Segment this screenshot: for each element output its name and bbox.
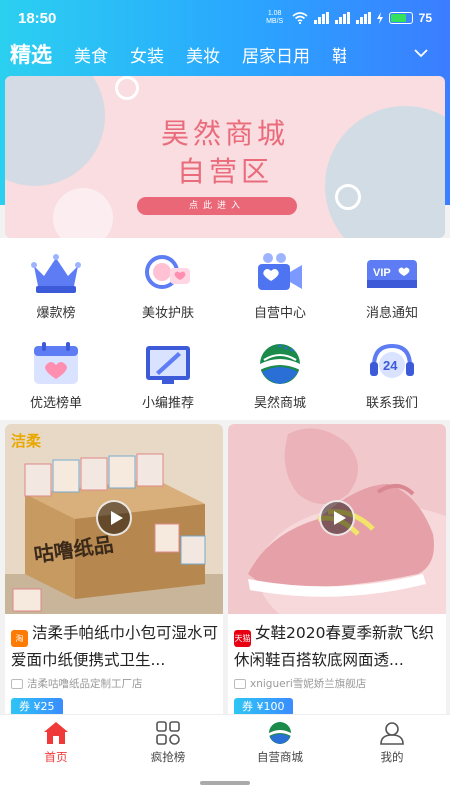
promo-banner[interactable]: 昊然商城 自营区 点此进入: [5, 76, 445, 238]
shop-name[interactable]: xnigueri雪妮娇兰旗舰店: [234, 676, 442, 691]
shop-name-text: xnigueri雪妮娇兰旗舰店: [250, 678, 367, 690]
shortcut-haoran-mall[interactable]: 昊然商城: [224, 340, 336, 411]
product-feed: 洁柔 咕噜纸品 淘洁柔手帕纸巾小包可湿水可爱面巾纸便携式卫生... 洁柔咕噜纸品…: [0, 420, 450, 724]
painting-icon: [146, 346, 190, 384]
tmall-badge-icon: 天猫: [234, 630, 251, 647]
globe-logo-icon: [269, 722, 291, 744]
shop-name-text: 洁柔咕噜纸品定制工厂店: [27, 678, 143, 690]
product-card[interactable]: 洁柔 咕噜纸品 淘洁柔手帕纸巾小包可湿水可爱面巾纸便携式卫生... 洁柔咕噜纸品…: [5, 424, 223, 724]
grid-icon: [156, 721, 180, 745]
shortcut-contact-us[interactable]: 24 联系我们: [336, 340, 448, 411]
tab-makeup[interactable]: 美妆: [186, 42, 220, 67]
shortcut-grid: 爆款榜 美妆护肤 自营中心 VIP 消息通知 优选榜单 小编推荐 昊然商城 24…: [0, 238, 450, 420]
network-speed-unit: MB/S: [266, 18, 284, 25]
signal-1-icon: [313, 12, 329, 24]
wifi-icon: [292, 12, 308, 24]
shortcut-label: 消息通知: [365, 306, 418, 321]
banner-enter-button[interactable]: 点此进入: [137, 197, 297, 215]
play-button[interactable]: [319, 500, 355, 536]
product-title[interactable]: 淘洁柔手帕纸巾小包可湿水可爱面巾纸便携式卫生...: [11, 620, 219, 672]
nav-profile[interactable]: 我的: [336, 721, 448, 765]
product-title-text: 女鞋2020春夏季新款飞织休闲鞋百搭软底网面透...: [234, 624, 434, 669]
taobao-badge-icon: 淘: [11, 630, 28, 647]
play-button[interactable]: [96, 500, 132, 536]
shortcut-label: 爆款榜: [36, 306, 76, 321]
shortcut-label: 小编推荐: [141, 396, 194, 411]
svg-text:VIP: VIP: [373, 267, 391, 279]
svg-text:24: 24: [383, 358, 398, 373]
shortcut-hot-list[interactable]: 爆款榜: [0, 250, 112, 321]
tab-shoes[interactable]: 鞋: [332, 42, 346, 67]
banner-title-line1: 昊然商城: [160, 117, 289, 150]
nav-label: 疯抢榜: [150, 750, 186, 764]
shortcut-label: 美妆护肤: [141, 306, 194, 321]
product-image[interactable]: [228, 424, 446, 614]
globe-logo-icon: [260, 344, 300, 384]
tab-food[interactable]: 美食: [74, 42, 108, 67]
network-speed-value: 1.08: [267, 10, 282, 17]
chevron-down-icon[interactable]: [414, 46, 428, 60]
product-image[interactable]: 洁柔 咕噜纸品: [5, 424, 223, 614]
shortcut-label: 自营中心: [253, 306, 306, 321]
product-title[interactable]: 天猫 女鞋2020春夏季新款飞织休闲鞋百搭软底网面透...: [234, 620, 442, 672]
product-card[interactable]: 天猫 女鞋2020春夏季新款飞织休闲鞋百搭软底网面透... xnigueri雪妮娇…: [228, 424, 446, 724]
shop-icon: [11, 678, 23, 689]
shortcut-label: 联系我们: [365, 396, 418, 411]
nav-self-mall[interactable]: 自营商城: [224, 721, 336, 765]
tab-featured[interactable]: 精选: [10, 39, 52, 69]
status-bar: 18:50 1.08 MB/S 75: [0, 0, 450, 36]
shop-name[interactable]: 洁柔咕噜纸品定制工厂店: [11, 676, 219, 691]
shortcut-beauty[interactable]: 美妆护肤: [112, 250, 224, 321]
video-camera-icon: [258, 253, 302, 290]
shortcut-self-operated[interactable]: 自营中心: [224, 250, 336, 321]
signal-3-icon: [355, 12, 371, 24]
category-tabs: 精选 美食 女装 美妆 居家日用 鞋: [0, 36, 450, 72]
product-title-text: 洁柔手帕纸巾小包可湿水可爱面巾纸便携式卫生...: [11, 624, 219, 669]
tab-home-goods[interactable]: 居家日用: [242, 42, 310, 67]
status-icons: 1.08 MB/S 75: [264, 10, 432, 26]
battery-icon: [388, 12, 413, 24]
home-icon: [44, 722, 68, 744]
status-time: 18:50: [18, 9, 57, 27]
shortcut-label: 昊然商城: [253, 396, 306, 411]
signal-2-icon: [334, 12, 350, 24]
nav-home[interactable]: 首页: [0, 721, 112, 765]
bottom-navigation: 首页 疯抢榜 自营商城 我的: [0, 714, 450, 800]
headset-24-icon: 24: [370, 343, 414, 378]
user-icon: [380, 722, 404, 745]
shortcut-label: 优选榜单: [29, 396, 82, 411]
charging-icon: [376, 12, 383, 24]
vip-card-icon: VIP: [367, 260, 417, 288]
home-indicator[interactable]: [200, 781, 250, 785]
nav-rush-list[interactable]: 疯抢榜: [112, 721, 224, 765]
banner-decor: [115, 76, 139, 100]
cosmetics-icon: [145, 255, 190, 289]
tab-womens-clothing[interactable]: 女装: [130, 42, 164, 67]
crown-icon: [31, 254, 81, 293]
shop-icon: [234, 678, 246, 689]
shortcut-notifications[interactable]: VIP 消息通知: [336, 250, 448, 321]
nav-label: 我的: [380, 750, 404, 764]
battery-percent: 75: [418, 11, 432, 25]
nav-label: 首页: [44, 750, 68, 764]
banner-decor: [53, 188, 113, 238]
banner-title-line2: 自营区: [176, 155, 273, 188]
nav-label: 自营商城: [257, 750, 303, 764]
shortcut-editor-picks[interactable]: 小编推荐: [112, 340, 224, 411]
network-speed: 1.08 MB/S: [264, 10, 286, 26]
shortcut-top-picks[interactable]: 优选榜单: [0, 340, 112, 411]
calendar-heart-icon: [34, 342, 78, 384]
image-brand-text: 洁柔: [11, 432, 42, 450]
